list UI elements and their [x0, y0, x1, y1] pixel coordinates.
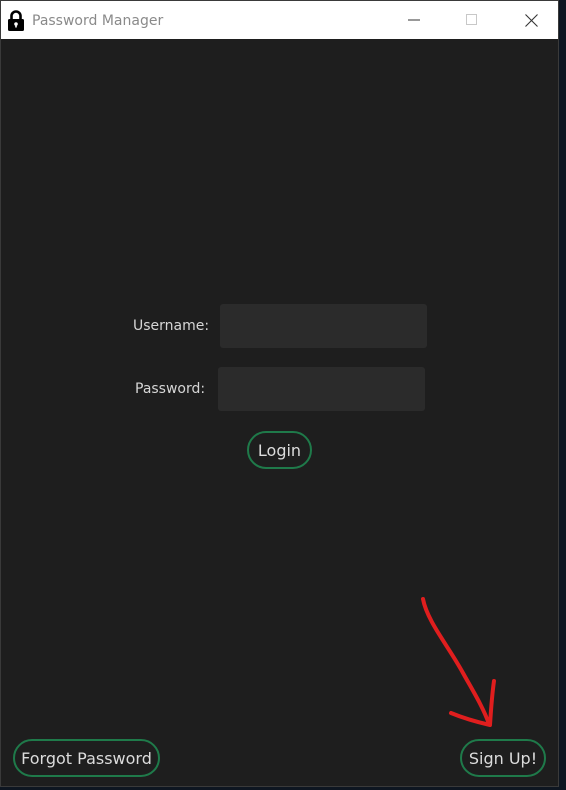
login-button[interactable]: Login: [247, 431, 312, 469]
username-label: Username:: [133, 318, 210, 334]
close-button[interactable]: [508, 1, 554, 39]
window-title: Password Manager: [32, 13, 164, 29]
forgot-password-button[interactable]: Forgot Password: [13, 739, 160, 777]
minimize-button[interactable]: [391, 1, 437, 39]
password-label: Password:: [135, 381, 206, 397]
maximize-icon: [466, 14, 477, 25]
maximize-button[interactable]: [449, 1, 495, 39]
minimize-icon: [408, 19, 420, 21]
red-arrow-annotation: [421, 597, 496, 727]
close-icon: [524, 13, 538, 27]
lock-icon: [8, 10, 24, 31]
sign-up-button[interactable]: Sign Up!: [460, 739, 546, 777]
username-input[interactable]: [220, 304, 427, 348]
password-input[interactable]: [218, 367, 425, 411]
password-manager-window: Password Manager Username: Password: Log…: [0, 0, 559, 787]
title-bar[interactable]: Password Manager: [1, 1, 558, 39]
